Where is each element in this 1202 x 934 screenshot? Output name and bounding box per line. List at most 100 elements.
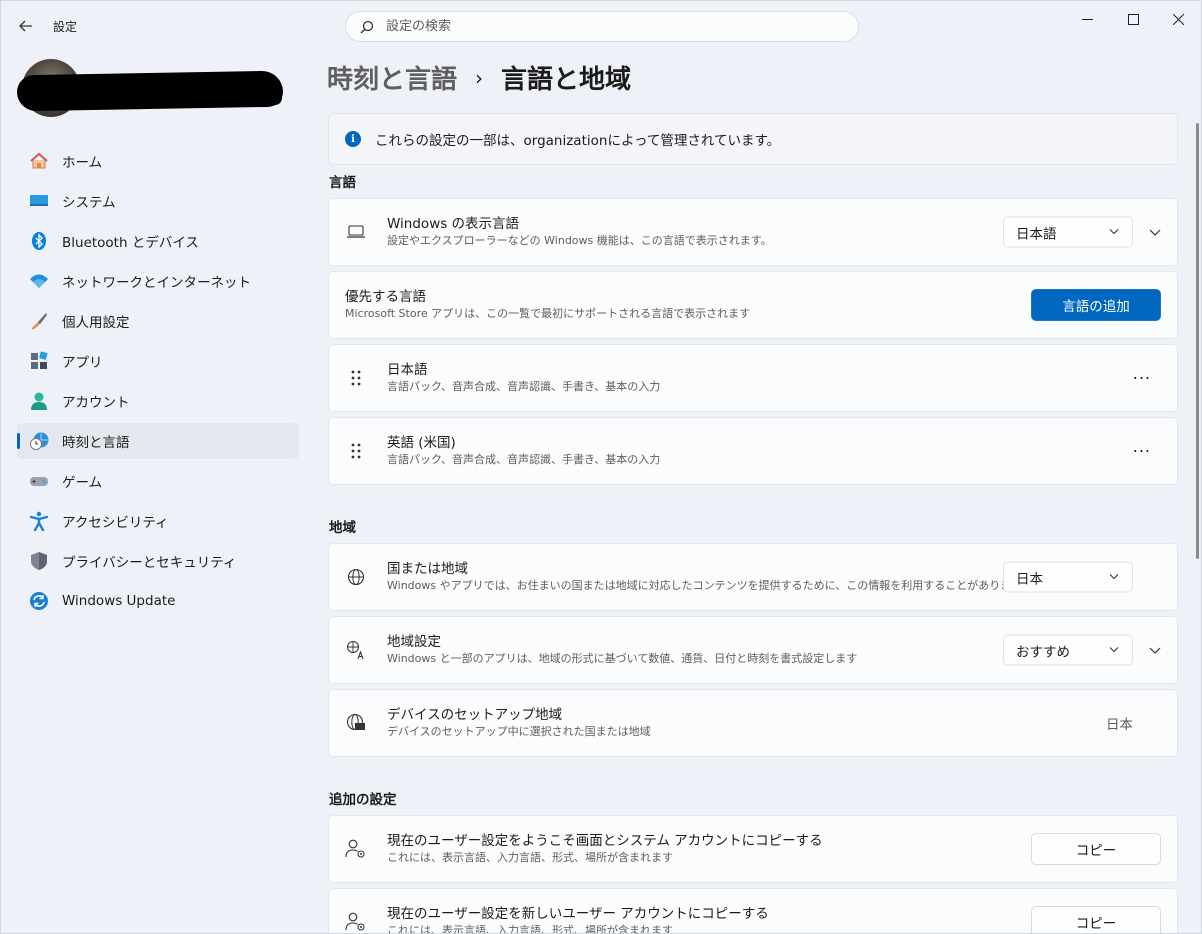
home-icon (29, 151, 49, 171)
sidebar-item-system[interactable]: システム (17, 183, 299, 219)
more-options-button[interactable]: ··· (1133, 442, 1151, 461)
search-input[interactable] (386, 19, 826, 34)
display-language-row[interactable]: Windows の表示言語 設定やエクスプローラーなどの Windows 機能は… (328, 198, 1178, 266)
country-region-row: 国または地域 Windows やアプリでは、お住まいの国または地域に対応したコン… (328, 543, 1178, 611)
row-description: これには、表示言語、入力言語、形式、場所が含まれます (387, 851, 673, 864)
back-arrow-icon (19, 20, 32, 32)
scrollbar[interactable] (1196, 123, 1199, 559)
close-button[interactable] (1155, 7, 1201, 31)
sidebar-item-apps[interactable]: アプリ (17, 343, 299, 379)
drag-handle-icon[interactable] (345, 367, 367, 389)
add-language-button[interactable]: 言語の追加 (1031, 289, 1161, 321)
section-title-additional: 追加の設定 (329, 792, 397, 808)
row-description: Windows と一部のアプリは、地域の形式に基づいて数値、通貨、日付と時刻を書… (387, 652, 858, 665)
copy-to-new-user-text: 現在のユーザー設定を新しいユーザー アカウントにコピーする これには、表示言語、… (387, 905, 769, 934)
row-title: 優先する言語 (345, 289, 426, 305)
language-item-text: 英語 (米国) 言語パック、音声合成、音声認識、手書き、基本の入力 (387, 434, 660, 468)
sidebar-item-label: アプリ (62, 355, 103, 371)
sidebar-item-network[interactable]: ネットワークとインターネット (17, 263, 299, 299)
copy-to-welcome-text: 現在のユーザー設定をようこそ画面とシステム アカウントにコピーする これには、表… (387, 832, 823, 866)
regional-format-row[interactable]: 地域設定 Windows と一部のアプリは、地域の形式に基づいて数値、通貨、日付… (328, 616, 1178, 684)
chevron-down-icon (1109, 574, 1119, 580)
copy-to-welcome-row: 現在のユーザー設定をようこそ画面とシステム アカウントにコピーする これには、表… (328, 815, 1178, 883)
row-description: デバイスのセットアップ中に選択された国または地域 (387, 725, 651, 738)
preferred-languages-text: 優先する言語 Microsoft Store アプリは、この一覧で最初にサポート… (345, 288, 750, 322)
user-profile[interactable] (16, 59, 297, 121)
more-options-button[interactable]: ··· (1133, 369, 1151, 388)
sidebar-item-label: Windows Update (62, 593, 176, 609)
copy-button[interactable]: コピー (1031, 906, 1161, 933)
search-box[interactable] (345, 11, 859, 42)
sidebar-item-time-language[interactable]: 時刻と言語 (17, 423, 299, 459)
preferred-languages-row: 優先する言語 Microsoft Store アプリは、この一覧で最初にサポート… (328, 271, 1178, 339)
regional-format-dropdown[interactable]: おすすめ (1003, 634, 1133, 666)
minimize-button[interactable] (1064, 7, 1110, 31)
sidebar-item-label: アクセシビリティ (62, 515, 169, 531)
dropdown-value: 日本 (1016, 571, 1043, 587)
bluetooth-icon (29, 231, 49, 251)
row-title: 英語 (米国) (387, 435, 456, 451)
copy-button[interactable]: コピー (1031, 833, 1161, 865)
settings-window: 設定 ホーム (0, 0, 1202, 934)
expand-chevron-icon[interactable] (1145, 222, 1165, 242)
sidebar-item-label: アカウント (62, 395, 130, 411)
search-icon (358, 18, 376, 36)
row-title: 地域設定 (387, 634, 441, 650)
breadcrumb-separator: › (475, 65, 484, 90)
display-language-dropdown[interactable]: 日本語 (1003, 216, 1133, 248)
setup-region-value: 日本 (1106, 717, 1133, 733)
breadcrumb: 時刻と言語 › 言語と地域 (327, 59, 631, 96)
row-description: 設定やエクスプローラーなどの Windows 機能は、この言語で表示されます。 (387, 234, 772, 247)
country-region-text: 国または地域 Windows やアプリでは、お住まいの国または地域に対応したコン… (387, 560, 1022, 594)
country-region-dropdown[interactable]: 日本 (1003, 561, 1133, 593)
row-description: これには、表示言語、入力言語、形式、場所が含まれます (387, 924, 673, 934)
language-item-japanese[interactable]: 日本語 言語パック、音声合成、音声認識、手書き、基本の入力 ··· (328, 344, 1178, 412)
accessibility-icon (29, 511, 49, 531)
laptop-icon (345, 221, 367, 243)
regional-format-icon (345, 639, 367, 661)
language-item-english-us[interactable]: 英語 (米国) 言語パック、音声合成、音声認識、手書き、基本の入力 ··· (328, 417, 1178, 485)
title-bar: 設定 (1, 1, 1201, 49)
gamepad-icon (29, 471, 49, 491)
drag-handle-icon[interactable] (345, 440, 367, 462)
redaction-mark (77, 91, 282, 105)
breadcrumb-parent[interactable]: 時刻と言語 (327, 59, 457, 96)
sidebar-item-windows-update[interactable]: Windows Update (17, 583, 299, 619)
globe-device-icon (345, 712, 367, 734)
display-language-text: Windows の表示言語 設定やエクスプローラーなどの Windows 機能は… (387, 215, 772, 249)
sidebar-item-home[interactable]: ホーム (17, 143, 299, 179)
sidebar-item-accessibility[interactable]: アクセシビリティ (17, 503, 299, 539)
sidebar-item-gaming[interactable]: ゲーム (17, 463, 299, 499)
user-settings-icon (345, 838, 367, 860)
back-button[interactable] (15, 15, 37, 37)
globe-icon (345, 566, 367, 588)
system-icon (29, 191, 49, 211)
info-icon: i (345, 131, 361, 147)
sidebar-item-label: プライバシーとセキュリティ (62, 555, 237, 571)
sidebar-item-accounts[interactable]: アカウント (17, 383, 299, 419)
sidebar-item-label: 個人用設定 (62, 315, 130, 331)
row-title: 現在のユーザー設定を新しいユーザー アカウントにコピーする (387, 906, 769, 922)
sidebar-item-label: 時刻と言語 (62, 435, 130, 451)
sidebar-item-label: Bluetooth とデバイス (62, 235, 199, 251)
sidebar-item-privacy[interactable]: プライバシーとセキュリティ (17, 543, 299, 579)
sidebar-item-personalization[interactable]: 個人用設定 (17, 303, 299, 339)
close-icon (1172, 13, 1184, 25)
expand-chevron-icon[interactable] (1145, 640, 1165, 660)
sidebar-item-bluetooth[interactable]: Bluetooth とデバイス (17, 223, 299, 259)
language-item-text: 日本語 言語パック、音声合成、音声認識、手書き、基本の入力 (387, 361, 660, 395)
sidebar-item-label: システム (62, 195, 116, 211)
maximize-button[interactable] (1110, 7, 1156, 31)
shield-icon (29, 551, 49, 571)
setup-region-row: デバイスのセットアップ地域 デバイスのセットアップ中に選択された国または地域 日… (328, 689, 1178, 757)
row-description: Microsoft Store アプリは、この一覧で最初にサポートされる言語で表… (345, 307, 751, 320)
notice-text: これらの設定の一部は、organizationによって管理されています。 (375, 133, 781, 149)
sidebar-item-label: ゲーム (62, 475, 103, 491)
row-title: 日本語 (387, 362, 428, 378)
brush-icon (29, 311, 49, 331)
apps-icon (29, 351, 49, 371)
user-settings-icon (345, 911, 367, 933)
app-title: 設定 (53, 20, 78, 34)
